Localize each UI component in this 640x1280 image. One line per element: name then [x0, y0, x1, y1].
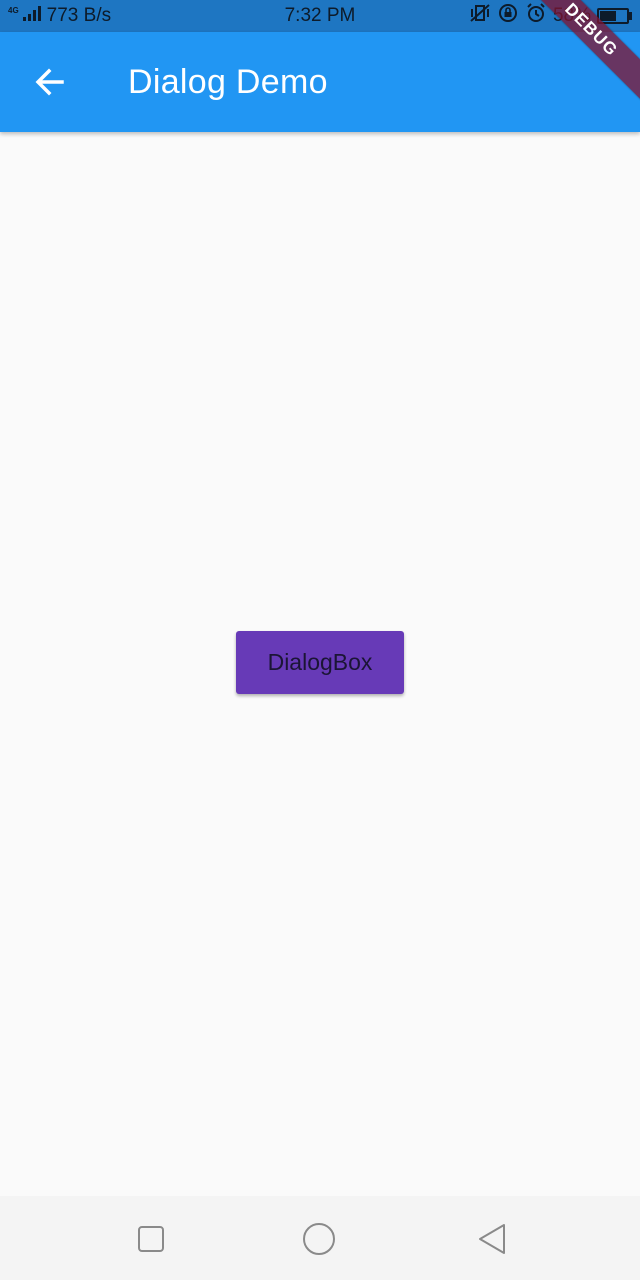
rotation-lock-icon — [497, 2, 519, 30]
dialog-box-button[interactable]: DialogBox — [236, 631, 404, 694]
page-title: Dialog Demo — [128, 63, 328, 101]
arrow-back-icon[interactable] — [30, 62, 70, 102]
status-time: 7:32 PM — [284, 5, 356, 26]
app-screen: 4G 773 B/s 7:32 PM Dialog Demo DEBUG Dia… — [0, 0, 640, 1280]
navigation-bar — [0, 1196, 640, 1280]
vibrate-icon — [469, 3, 491, 29]
recent-apps-icon[interactable] — [134, 1222, 168, 1256]
app-bar: Dialog Demo — [0, 32, 640, 132]
alarm-icon — [525, 2, 547, 30]
status-bar: 4G 773 B/s 7:32 PM — [0, 0, 640, 32]
back-triangle-icon[interactable] — [474, 1222, 508, 1256]
home-icon[interactable] — [302, 1222, 336, 1256]
